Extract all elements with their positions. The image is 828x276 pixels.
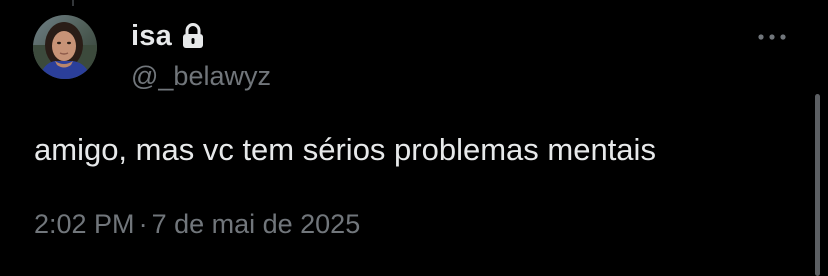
lock-icon <box>182 18 204 54</box>
tweet-date[interactable]: 7 de mai de 2025 <box>152 209 361 239</box>
meta-separator: · <box>138 209 148 239</box>
more-options-button[interactable] <box>752 22 792 52</box>
tweet-view: isa @_belawyz amigo, mas vc tem sérios p… <box>0 0 828 276</box>
avatar-photo <box>33 15 97 79</box>
author-name-row: isa <box>131 18 204 54</box>
user-handle[interactable]: @_belawyz <box>131 58 271 94</box>
tweet-time[interactable]: 2:02 PM <box>34 209 135 239</box>
tweet-timestamp[interactable]: 2:02 PM · 7 de mai de 2025 <box>34 202 360 246</box>
display-name[interactable]: isa <box>131 18 172 54</box>
tweet-text: amigo, mas vc tem sérios problemas menta… <box>34 132 656 167</box>
scrollbar[interactable] <box>815 94 820 276</box>
thread-connector-line <box>72 0 74 6</box>
avatar[interactable] <box>33 15 97 79</box>
more-horizontal-icon <box>758 34 786 40</box>
